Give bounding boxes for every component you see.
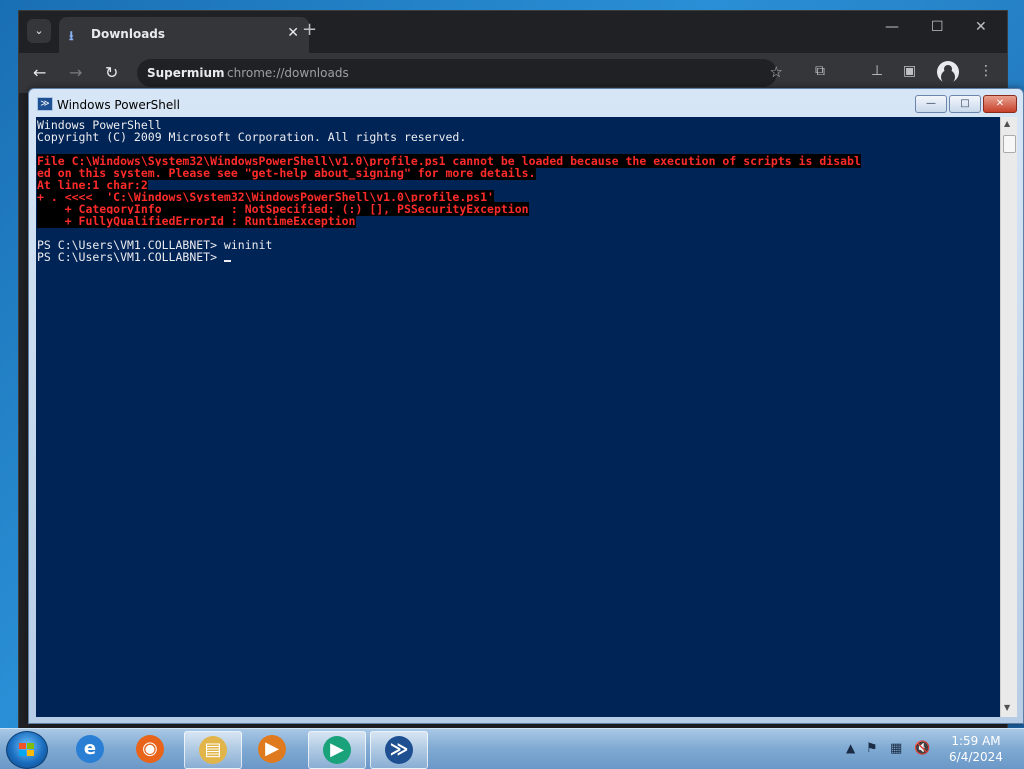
internet-explorer-icon: e [76,735,104,763]
folder-icon: ▤ [199,736,227,764]
show-hidden-icons[interactable]: ▲ [846,741,855,755]
tab-downloads[interactable]: ⭳ Downloads ✕ [59,17,309,53]
powershell-titlebar[interactable]: ≫ Windows PowerShell — □ ✕ [29,89,1023,119]
console-line: PS C:\Users\VM1.COLLABNET> [37,251,861,263]
maximize-icon[interactable]: ☐ [931,19,944,35]
text-cursor [223,260,231,262]
powershell-window: ≫ Windows PowerShell — □ ✕ Windows Power… [28,88,1024,724]
taskbar: e ◉ ▤ ▶ ▶ ≫ ▲ ⚑ ▦ 🔇 1:59 AM 6/4/2024 [0,728,1024,769]
new-tab-button[interactable]: + [302,19,317,40]
extensions-icon[interactable]: ⧉ [815,63,825,79]
media-player-icon: ▶ [258,735,286,763]
forward-icon[interactable]: → [69,63,82,82]
clock-date: 6/4/2024 [949,750,1003,764]
close-button[interactable]: ✕ [983,95,1017,113]
network-icon[interactable]: ▦ [890,741,902,756]
console-output: Windows PowerShell Copyright (C) 2009 Mic… [37,119,861,263]
bookmark-star-icon[interactable]: ☆ [770,63,783,81]
clock-time: 1:59 AM [951,734,1001,748]
menu-icon[interactable]: ⋮ [979,63,993,79]
volume-muted-icon[interactable]: 🔇 [914,741,930,756]
console-area[interactable]: Windows PowerShell Copyright (C) 2009 Mic… [36,117,1000,717]
close-icon[interactable]: ✕ [287,25,299,41]
url-text: chrome://downloads [227,66,349,80]
powershell-icon: ≫ [385,736,413,764]
console-error-line: + FullyQualifiedErrorId : RuntimeExcepti… [37,214,356,228]
pin-icon[interactable]: ⊥ [871,63,883,79]
scroll-down-icon[interactable]: ▼ [1004,703,1010,712]
tab-search-button[interactable]: ⌄ [27,19,51,43]
minimize-icon[interactable]: — [885,19,899,35]
site-chip: Supermium [147,66,225,80]
tab-title: Downloads [91,27,166,41]
taskbar-firefox[interactable]: ◉ [122,731,178,767]
taskbar-internet-explorer[interactable]: e [62,731,118,767]
address-bar[interactable]: Supermium chrome://downloads ☆ [137,59,783,87]
tab-strip: ⌄ ⭳ Downloads ✕ + — ☐ ✕ [19,11,1007,53]
back-icon[interactable]: ← [33,63,46,82]
browser-toolbar: ← → ↻ Supermium chrome://downloads ☆ ⧉ ⊥… [19,53,1007,93]
maximize-button[interactable]: □ [949,95,981,113]
window-title: Windows PowerShell [57,98,180,112]
start-button[interactable] [6,731,48,769]
scroll-thumb[interactable] [1003,135,1016,153]
console-scrollbar[interactable]: ▲ ▼ [1000,117,1017,717]
taskbar-file-explorer[interactable]: ▤ [184,731,242,769]
minimize-button[interactable]: — [915,95,947,113]
side-panel-icon[interactable]: ▣ [903,63,916,79]
taskbar-powershell[interactable]: ≫ [370,731,428,769]
scroll-up-icon[interactable]: ▲ [1004,119,1010,128]
supermium-icon: ▶ [323,736,351,764]
firefox-icon: ◉ [136,735,164,763]
taskbar-media-player[interactable]: ▶ [244,731,300,767]
console-error-line: ed on this system. Please see "get-help … [37,166,536,180]
system-clock[interactable]: 1:59 AM 6/4/2024 [936,733,1016,765]
powershell-icon: ≫ [37,97,53,111]
reload-icon[interactable]: ↻ [105,63,118,82]
download-icon: ⭳ [69,29,74,44]
console-line: Copyright (C) 2009 Microsoft Corporation… [37,130,467,144]
close-window-icon[interactable]: ✕ [975,19,987,35]
profile-avatar[interactable] [937,61,959,83]
action-center-flag-icon[interactable]: ⚑ [866,741,878,756]
taskbar-chrome-app[interactable]: ▶ [308,731,366,769]
windows-logo-icon [19,743,35,757]
